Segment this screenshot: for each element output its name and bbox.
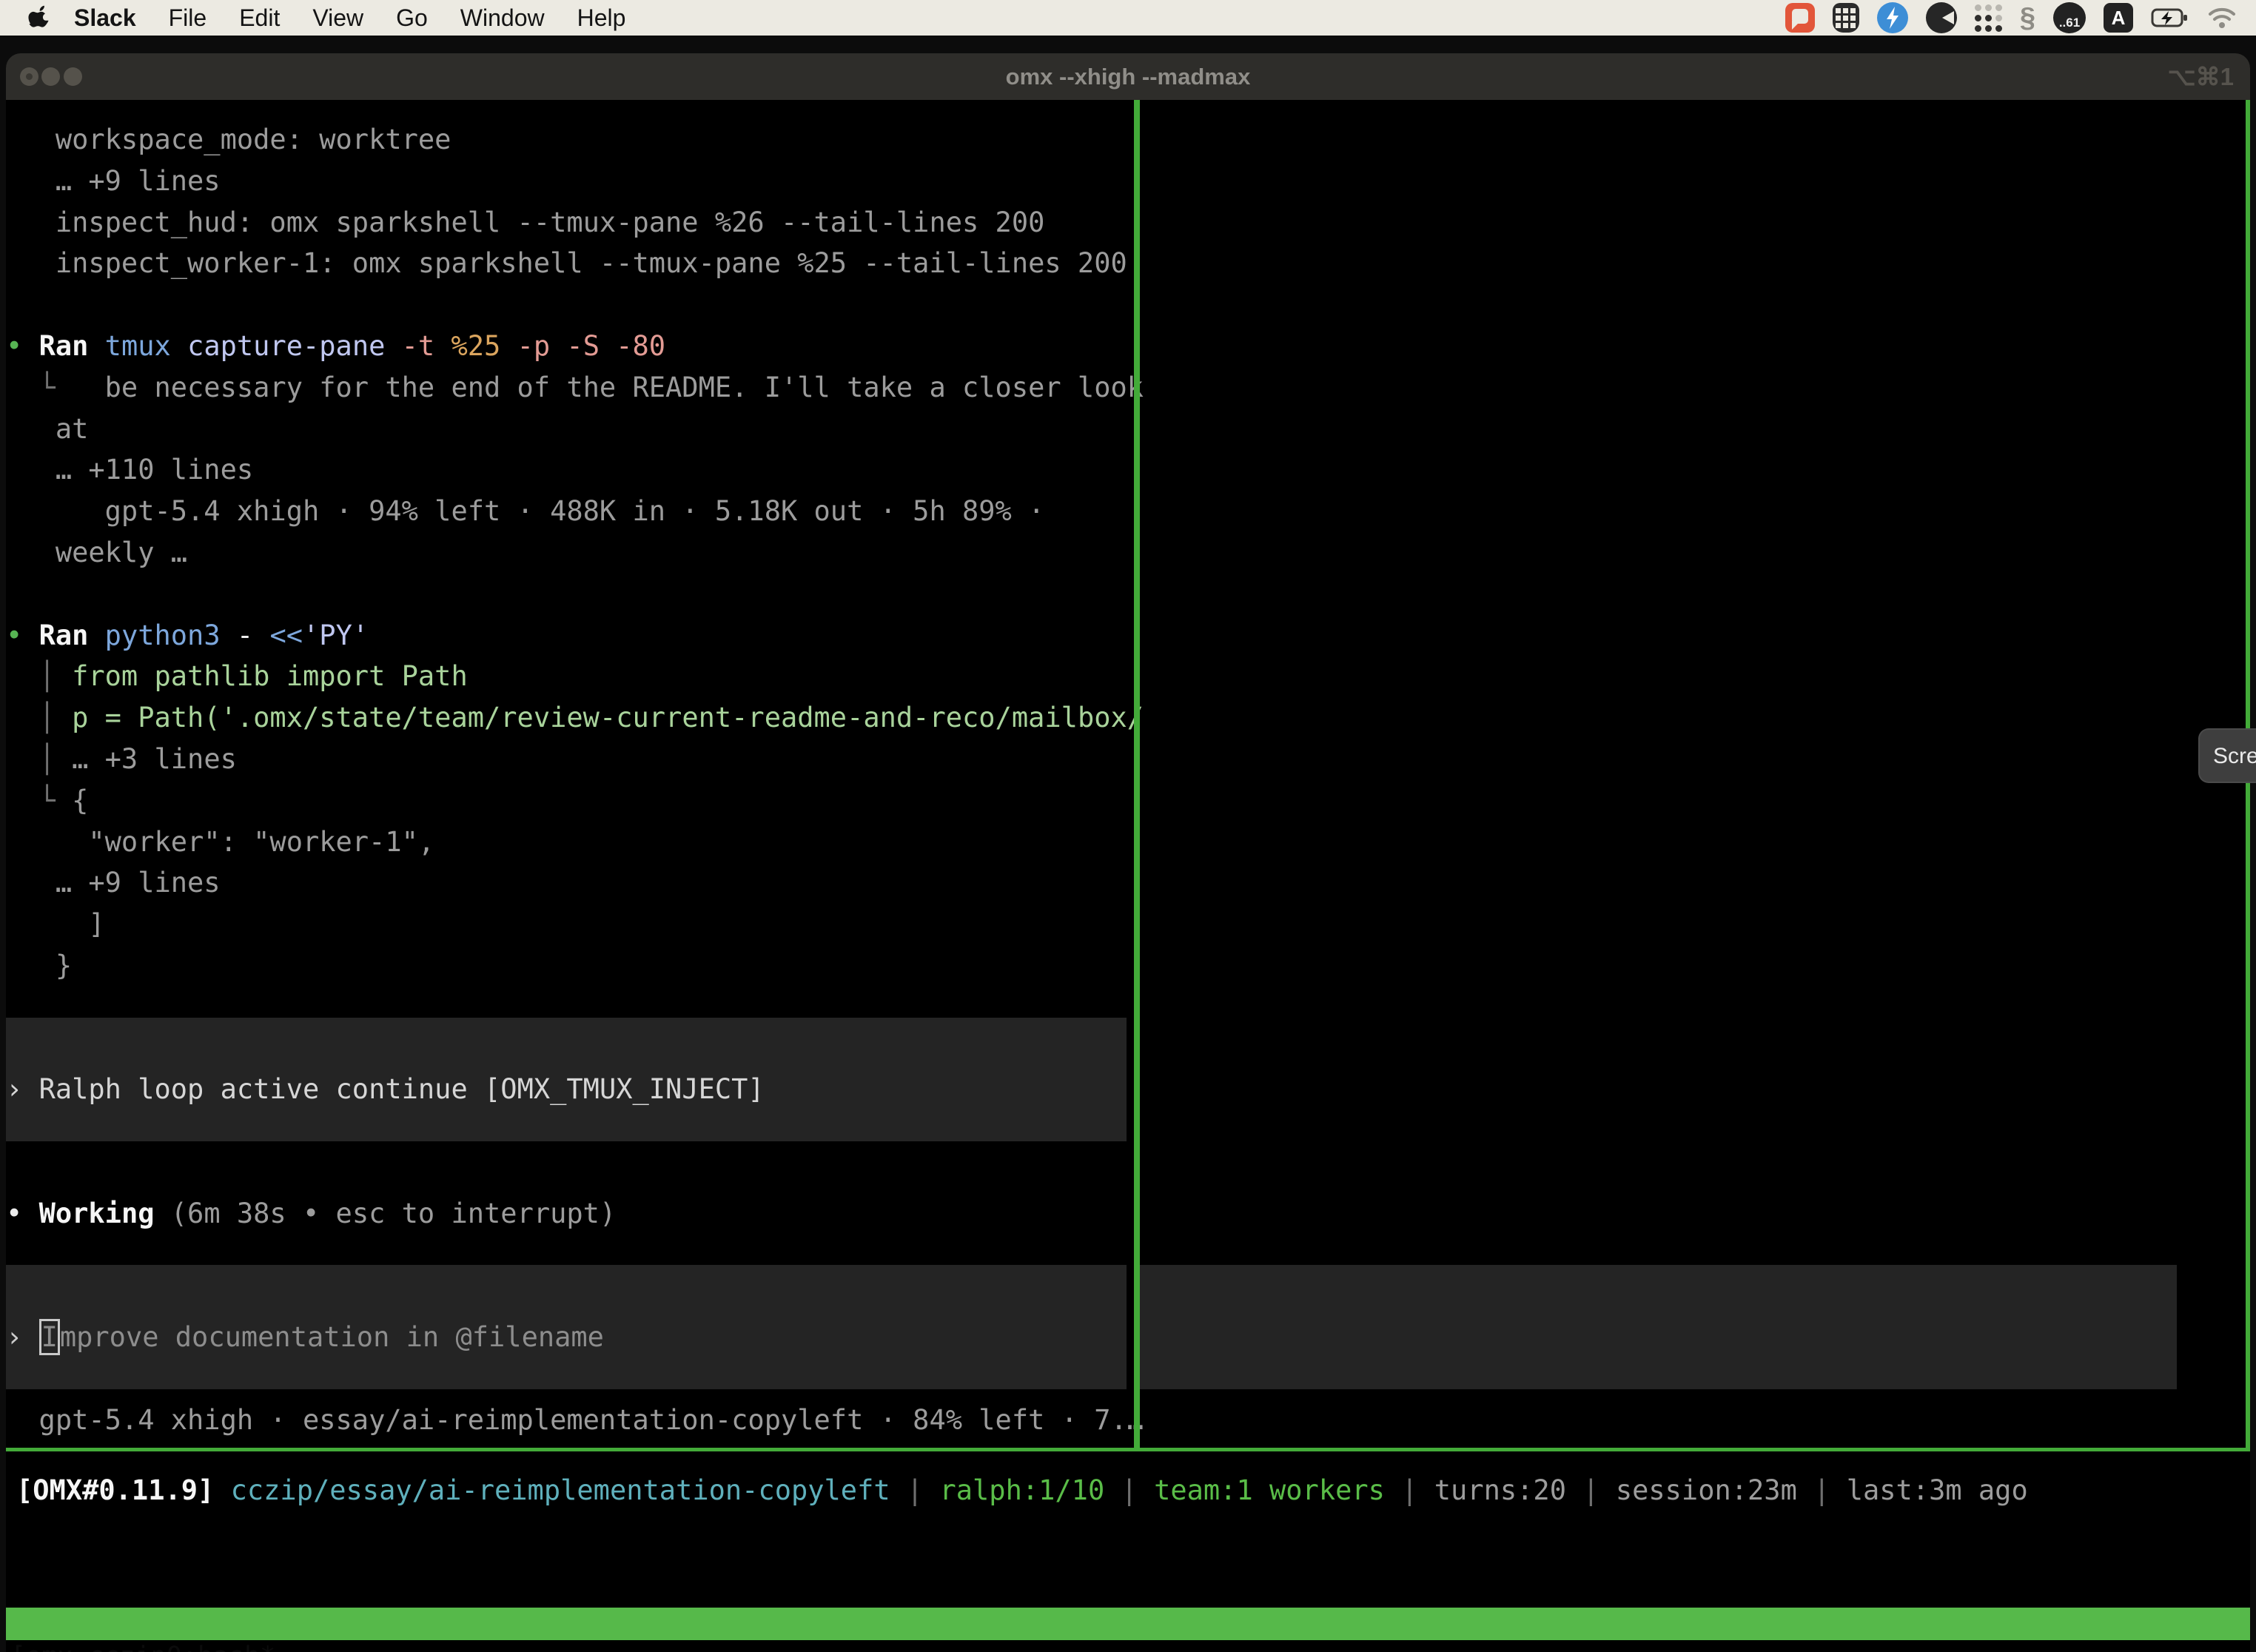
terminal-line: weekly … [6, 532, 187, 574]
count-badge: ..61 [2053, 2, 2086, 33]
terminal-line: › Ralph loop active continue [OMX_TMUX_I… [6, 1069, 765, 1110]
window-title-bar[interactable]: omx --xhigh --madmax ⌥⌘1 [6, 53, 2250, 100]
slack-helper-icon[interactable] [1785, 1, 1815, 34]
hud-segment: | [1566, 1474, 1616, 1506]
terminal-line: ] [6, 904, 105, 945]
hud-segment: | [890, 1474, 940, 1506]
terminal-line: │ p = Path('.omx/state/team/review-curre… [6, 697, 1144, 739]
hud-segment: session:23m [1616, 1474, 1797, 1506]
hud-segment: team:1 workers [1154, 1474, 1385, 1506]
terminal-line: inspect_worker-1: omx sparkshell --tmux-… [6, 243, 1127, 284]
terminal-line: • Working (6m 38s • esc to interrupt) [6, 1193, 616, 1235]
left-terminal-pane[interactable]: workspace_mode: worktree … +9 lines insp… [6, 100, 1141, 1448]
pane-divider[interactable] [1134, 100, 1140, 1448]
terminal-line: … +9 lines [6, 862, 221, 904]
wifi-glyph [2207, 7, 2237, 29]
play-wedge-icon [1926, 2, 1957, 33]
terminal-line: at [6, 409, 88, 450]
terminal-line: gpt-5.4 xhigh · 94% left · 488K in · 5.1… [6, 491, 1044, 532]
right-terminal-pane[interactable]: … +16 lines '{"team_name":"my-team","tas… [1147, 100, 2250, 1448]
squiggle-icon[interactable]: § [2020, 1, 2035, 34]
menu-bar-status-icons: § ..61 A [1785, 1, 2256, 34]
tmux-status-bar: [omx-cczip0:bash* "MacBook-Pro-44.local"… [6, 1608, 2250, 1640]
window-shortcut-hint: ⌥⌘1 [2168, 53, 2234, 100]
hud-segment: [OMX#0.11.9] [16, 1474, 231, 1506]
lightning-icon [1877, 2, 1908, 33]
menu-item-window[interactable]: Window [460, 4, 545, 32]
input-source-icon[interactable]: A [2104, 1, 2133, 34]
terminal-line: └ { [6, 780, 88, 822]
terminal-line: } [6, 945, 72, 987]
terminal-line: gpt-5.4 xhigh · essay/ai-reimplementatio… [6, 1400, 1144, 1441]
dots-grid-icon[interactable] [1975, 1, 2002, 34]
menu-item-help[interactable]: Help [577, 4, 626, 32]
hud-segment: cczip/essay/ai-reimplementation-copyleft [231, 1474, 890, 1506]
menu-bar-left: Slack File Edit View Go Window Help [0, 3, 642, 33]
terminal-line: • Ran python3 - <<'PY' [6, 615, 369, 657]
badge-61-icon[interactable]: ..61 [2053, 1, 2086, 34]
input-band[interactable] [1140, 1265, 2177, 1389]
nine-dots-icon [1975, 4, 2002, 32]
menu-item-file[interactable]: File [169, 4, 207, 32]
screen-tooltip: Scre [2198, 728, 2256, 783]
hud-segment: last:3m ago [1847, 1474, 2028, 1506]
tmux-session-window[interactable]: [omx-cczip0:bash* [10, 1640, 275, 1652]
terminal-line: "worker": "worker-1", [6, 822, 434, 863]
desktop: Slack File Edit View Go Window Help [0, 0, 2256, 1652]
terminal-line: › Improve documentation in @filename [6, 1317, 604, 1358]
terminal-line: • Ran tmux capture-pane -t %25 -p -S -80 [6, 326, 665, 367]
menu-item-go[interactable]: Go [396, 4, 428, 32]
lightning-badge-icon[interactable] [1877, 1, 1908, 34]
terminal-line: workspace_mode: worktree [6, 119, 451, 161]
wifi-icon[interactable] [2207, 1, 2237, 34]
apple-logo [28, 4, 50, 31]
hud-segment: turns:20 [1434, 1474, 1566, 1506]
hud-segment: | [1385, 1474, 1434, 1506]
menu-app-name[interactable]: Slack [74, 4, 136, 32]
hud-segment: | [1104, 1474, 1154, 1506]
hud-segment: | [1797, 1474, 1847, 1506]
omx-hud-status-line: [OMX#0.11.9] cczip/essay/ai-reimplementa… [6, 1471, 2250, 1510]
text-cursor: I [39, 1319, 60, 1355]
terminal-line: │ … +3 lines [6, 739, 237, 780]
menu-item-edit[interactable]: Edit [239, 4, 280, 32]
media-circle-icon[interactable] [1926, 1, 1957, 34]
speech-bubble-icon [1785, 3, 1815, 33]
pane-bottom-border [6, 1448, 2250, 1451]
hud-segment: ralph:1/10 [939, 1474, 1104, 1506]
shield-grid-icon[interactable] [1833, 1, 1859, 34]
terminal-line: │ from pathlib import Path [6, 656, 468, 697]
terminal-window: omx --xhigh --madmax ⌥⌘1 workspace_mode:… [6, 53, 2250, 1652]
window-title: omx --xhigh --madmax [6, 53, 2250, 100]
keyboard-layout-badge: A [2104, 3, 2133, 33]
terminal-line: └ be necessary for the end of the README… [6, 367, 1144, 409]
terminal-line: … +9 lines [6, 161, 221, 202]
battery-icon[interactable] [2151, 1, 2189, 34]
terminal-line: inspect_hud: omx sparkshell --tmux-pane … [6, 202, 1044, 244]
apple-menu-icon[interactable] [28, 3, 53, 33]
menu-bar: Slack File Edit View Go Window Help [0, 0, 2256, 36]
terminal-line: … +110 lines [6, 449, 253, 491]
battery-glyph [2151, 7, 2189, 28]
grid-shield-icon [1833, 3, 1859, 33]
menu-item-view[interactable]: View [312, 4, 363, 32]
